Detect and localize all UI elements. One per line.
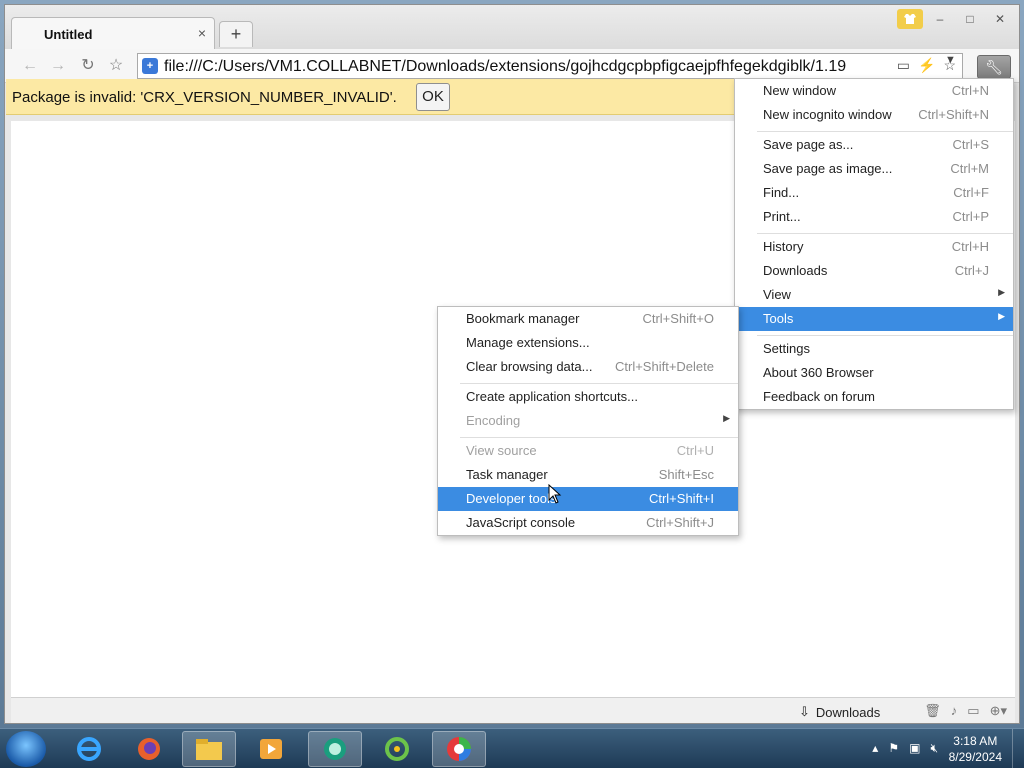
media-player-icon[interactable] — [244, 731, 298, 767]
main-menu: New window Ctrl+N New incognito window C… — [734, 78, 1014, 410]
address-bar[interactable]: + file:///C:/Users/VM1.COLLABNET/Downloa… — [137, 53, 963, 79]
downloads-label: Downloads — [815, 704, 881, 720]
action-center-flag-icon[interactable]: ⚑ — [888, 741, 899, 756]
menu-item-settings[interactable]: Settings — [735, 337, 1013, 361]
system-tray: ▴ ⚑ ▣ 🔇︎ — [872, 741, 938, 756]
status-bar: ⇩ Downloads 🗑︎ ♪ ▭ ⊕▾ — [11, 697, 1015, 723]
tab-untitled[interactable]: Untitled × — [11, 17, 215, 49]
menu-item-save-page-as[interactable]: Save page as... Ctrl+S — [735, 133, 1013, 157]
menu-item-tools[interactable]: Tools ▶ — [735, 307, 1013, 331]
bookmark-star-icon[interactable]: ☆ — [105, 56, 127, 76]
menu-item-find[interactable]: Find... Ctrl+F — [735, 181, 1013, 205]
skin-icon[interactable] — [897, 9, 923, 29]
menu-item-task-manager[interactable]: Task manager Shift+Esc — [438, 463, 738, 487]
360-browser-icon[interactable] — [432, 731, 486, 767]
zoom-icon[interactable]: ⊕▾ — [990, 703, 1007, 719]
menu-item-history[interactable]: History Ctrl+H — [735, 235, 1013, 259]
tools-submenu: Bookmark manager Ctrl+Shift+O Manage ext… — [437, 306, 739, 536]
downloads-status[interactable]: ⇩ Downloads — [799, 704, 880, 720]
info-bar-message: Package is invalid: 'CRX_VERSION_NUMBER_… — [12, 89, 397, 106]
download-icon: ⇩ — [799, 704, 810, 719]
new-tab-button[interactable]: + — [219, 21, 253, 47]
status-icons: 🗑︎ ♪ ▭ ⊕▾ — [924, 703, 1007, 719]
minimize-button[interactable]: – — [927, 9, 953, 29]
menu-item-javascript-console[interactable]: JavaScript console Ctrl+Shift+J — [438, 511, 738, 535]
menu-item-downloads[interactable]: Downloads Ctrl+J — [735, 259, 1013, 283]
trash-icon[interactable]: 🗑︎ — [924, 703, 941, 719]
ok-button[interactable]: OK — [416, 83, 450, 111]
show-hidden-icons-icon[interactable]: ▴ — [872, 741, 878, 756]
title-bar: Untitled × + – □ ✕ — [5, 5, 1019, 49]
menu-item-view-source: View source Ctrl+U — [466, 443, 714, 458]
speed-mode-icon[interactable]: ⚡ — [918, 57, 935, 74]
clock-date: 8/29/2024 — [948, 750, 1002, 764]
volume-muted-icon[interactable]: 🔇︎ — [930, 741, 938, 756]
menu-separator — [757, 335, 1013, 336]
menu-item-about[interactable]: About 360 Browser — [735, 361, 1013, 385]
menu-item-create-shortcuts[interactable]: Create application shortcuts... — [438, 385, 738, 409]
window-controls: – □ ✕ — [897, 9, 1013, 33]
show-desktop-button[interactable] — [1012, 729, 1024, 768]
menu-item-new-window[interactable]: New window Ctrl+N — [735, 79, 1013, 103]
menu-separator — [757, 233, 1013, 234]
menu-item-manage-extensions[interactable]: Manage extensions... — [438, 331, 738, 355]
reload-icon[interactable]: ↻ — [77, 56, 99, 76]
tab-close-icon[interactable]: × — [198, 25, 206, 41]
menu-separator — [757, 131, 1013, 132]
maximize-button[interactable]: □ — [957, 9, 983, 29]
menu-separator — [460, 383, 738, 384]
menu-item-encoding: Encoding ▶ — [466, 413, 730, 428]
menu-item-bookmark-manager[interactable]: Bookmark manager Ctrl+Shift+O — [438, 307, 738, 331]
submenu-arrow-icon: ▶ — [998, 287, 1005, 297]
start-button[interactable] — [6, 731, 46, 767]
security-shield-icon: + — [142, 58, 158, 74]
wrench-menu-button[interactable]: 🔧︎ — [977, 55, 1011, 79]
forward-icon[interactable]: → — [47, 56, 69, 76]
teamviewer-icon[interactable] — [308, 731, 362, 767]
menu-item-developer-tools[interactable]: Developer tools Ctrl+Shift+I — [438, 487, 738, 511]
menu-item-new-incognito[interactable]: New incognito window Ctrl+Shift+N — [735, 103, 1013, 127]
menu-item-save-page-image[interactable]: Save page as image... Ctrl+M — [735, 157, 1013, 181]
360-safe-icon[interactable] — [370, 731, 424, 767]
menu-item-print[interactable]: Print... Ctrl+P — [735, 205, 1013, 229]
clock[interactable]: 3:18 AM 8/29/2024 — [949, 733, 1002, 765]
close-window-button[interactable]: ✕ — [987, 9, 1013, 29]
menu-item-view[interactable]: View ▶ — [735, 283, 1013, 307]
sound-icon[interactable]: ♪ — [951, 703, 958, 719]
menu-item-feedback[interactable]: Feedback on forum — [735, 385, 1013, 409]
network-icon[interactable]: ▣ — [909, 741, 920, 756]
submenu-arrow-icon: ▶ — [723, 413, 730, 423]
mouse-pointer-icon — [548, 484, 562, 504]
file-explorer-icon[interactable] — [182, 731, 236, 767]
compatibility-mode-icon[interactable]: ▭ — [897, 57, 910, 74]
screenshot-icon[interactable]: ▭ — [967, 703, 979, 719]
firefox-icon[interactable] — [122, 731, 176, 767]
menu-separator — [460, 437, 738, 438]
address-text[interactable]: file:///C:/Users/VM1.COLLABNET/Downloads… — [164, 58, 866, 76]
address-dropdown-icon[interactable]: ▼ — [945, 54, 956, 66]
clock-time: 3:18 AM — [953, 734, 998, 748]
tab-title: Untitled — [44, 27, 93, 42]
internet-explorer-icon[interactable] — [62, 731, 116, 767]
submenu-arrow-icon: ▶ — [998, 311, 1005, 321]
menu-item-clear-browsing-data[interactable]: Clear browsing data... Ctrl+Shift+Delete — [438, 355, 738, 379]
taskbar: ▴ ⚑ ▣ 🔇︎ 3:18 AM 8/29/2024 — [0, 728, 1024, 768]
back-icon[interactable]: ← — [19, 56, 41, 76]
